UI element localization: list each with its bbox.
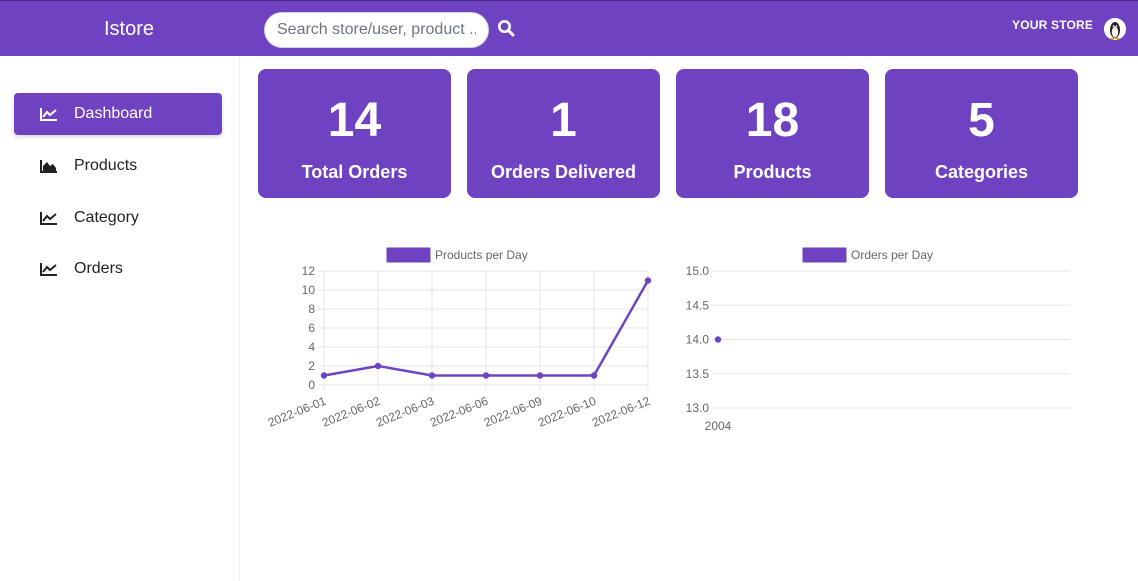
your-store-link[interactable]: YOUR STORE: [1012, 18, 1093, 32]
x-tick-label: 2022-06-10: [536, 394, 598, 430]
chart-legend: Orders per Day: [802, 247, 933, 263]
top-navbar: Istore YOUR STORE: [0, 0, 1138, 56]
line-chart-icon: [40, 211, 58, 225]
search-input[interactable]: [264, 12, 489, 48]
x-tick-label: 2022-06-02: [320, 394, 382, 430]
y-tick-label: 4: [308, 340, 315, 354]
y-tick-label: 14.5: [686, 298, 710, 312]
data-point: [320, 372, 328, 379]
sidebar-item-label: Category: [74, 209, 139, 226]
stat-card-products[interactable]: 18 Products: [676, 69, 869, 198]
stat-label: Products: [733, 162, 812, 182]
x-tick-label: 2022-06-03: [374, 394, 436, 430]
legend-swatch: [386, 247, 431, 263]
data-point: [644, 277, 652, 284]
sidebar-item-orders[interactable]: Orders: [14, 248, 222, 290]
y-tick-label: 2: [308, 359, 315, 373]
sidebar-item-label: Products: [74, 157, 138, 174]
y-tick-label: 13.0: [686, 401, 710, 415]
x-tick-label: 2004: [705, 419, 732, 433]
legend-label: Products per Day: [435, 248, 528, 262]
stat-card-categories[interactable]: 5 Categories: [885, 69, 1078, 198]
app-title[interactable]: Istore: [0, 1, 258, 57]
y-tick-label: 8: [308, 302, 315, 316]
products-per-day-chart: Products per Day0246810122022-06-012022-…: [266, 247, 652, 430]
legend-label: Orders per Day: [851, 248, 933, 262]
y-tick-label: 14.0: [686, 333, 710, 347]
stat-label: Orders Delivered: [490, 162, 637, 182]
chart-legend: Products per Day: [386, 247, 528, 263]
x-tick-label: 2022-06-12: [590, 394, 652, 430]
line-chart-icon: [40, 107, 58, 121]
orders-per-day-chart: Orders per Day 13.0 13.5 14.0 14.5 15.0 2004: [686, 247, 1070, 433]
stat-label: Total Orders: [301, 162, 408, 182]
stat-value: 18: [745, 94, 800, 147]
stat-card-orders-delivered[interactable]: 1 Orders Delivered: [467, 69, 660, 198]
search-icon[interactable]: [497, 19, 519, 41]
x-tick-label: 2022-06-09: [482, 394, 544, 430]
data-point: [374, 362, 382, 370]
y-tick-label: 15.0: [686, 264, 710, 278]
sidebar-item-label: Dashboard: [74, 105, 153, 122]
y-tick-label: 13.5: [686, 367, 710, 381]
y-tick-label: 6: [308, 321, 315, 335]
y-tick-label: 12: [302, 264, 316, 278]
y-tick-label: 10: [302, 283, 316, 297]
penguin-avatar-icon[interactable]: [1104, 18, 1126, 40]
stat-label: Categories: [934, 162, 1029, 182]
x-tick-label: 2022-06-01: [266, 394, 328, 430]
legend-swatch: [802, 247, 847, 263]
data-point: [536, 372, 544, 379]
sidebar-item-products[interactable]: Products: [14, 145, 222, 187]
x-tick-label: 2022-06-06: [428, 394, 490, 430]
data-point: [590, 372, 598, 379]
stat-value: 14: [327, 94, 382, 147]
data-point: [714, 336, 722, 343]
sidebar-item-dashboard[interactable]: Dashboard: [14, 93, 222, 135]
stat-card-total-orders[interactable]: 14 Total Orders: [258, 69, 451, 198]
data-point: [482, 372, 490, 379]
sidebar-item-category[interactable]: Category: [14, 197, 222, 239]
stat-value: 1: [550, 94, 577, 147]
sidebar: Dashboard Products Category Orders: [0, 56, 240, 581]
stat-value: 5: [968, 94, 995, 147]
data-point: [428, 372, 436, 379]
area-chart-icon: [40, 159, 58, 173]
line-chart-icon: [40, 262, 58, 276]
sidebar-item-label: Orders: [74, 260, 123, 277]
y-tick-label: 0: [308, 378, 315, 392]
